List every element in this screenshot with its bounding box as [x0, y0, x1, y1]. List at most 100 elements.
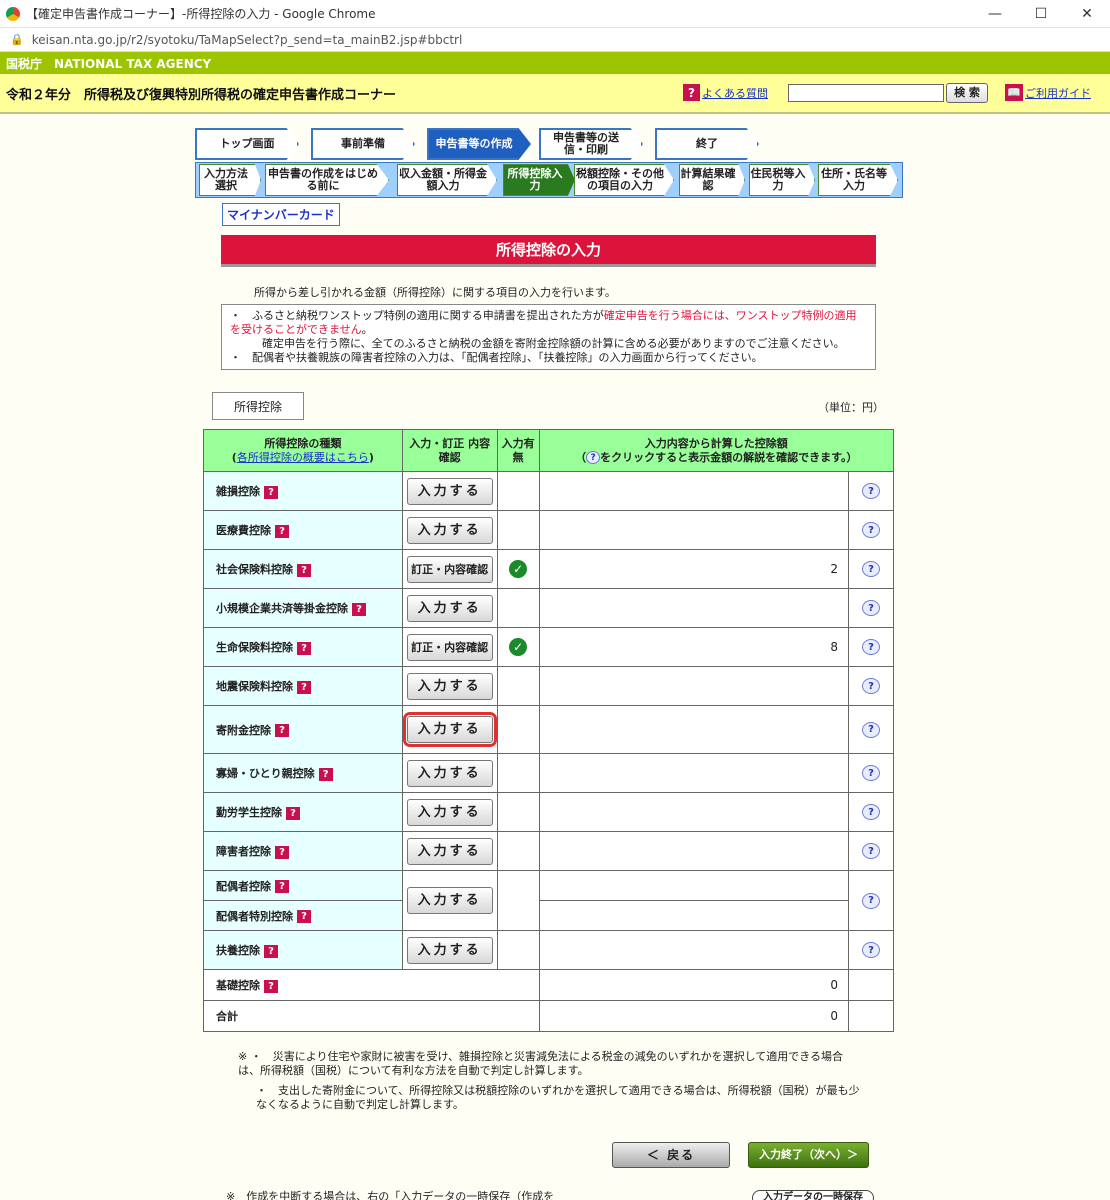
site-header: 令和２年分 所得税及び復興特別所得税の確定申告書作成コーナー ? よくある質問 … — [0, 74, 1110, 114]
question-icon[interactable]: ? — [264, 485, 278, 499]
check-icon: ✓ — [509, 560, 528, 578]
substep-income: 収入金額・所得金額入力 — [397, 164, 497, 196]
window-title: 【確定申告書作成コーナー】-所得控除の入力 - Google Chrome — [26, 7, 376, 21]
col-status: 入力有無 — [496, 429, 540, 472]
help-icon[interactable]: ? — [862, 843, 881, 860]
url-text[interactable]: keisan.nta.go.jp/r2/syotoku/TaMapSelect?… — [32, 33, 463, 47]
table-row: 社会保険料控除? 訂正・内容確認 ✓ 2 ? — [203, 549, 894, 589]
lock-icon: 🔒 — [10, 33, 24, 46]
col-input: 入力・訂正 内容確認 — [401, 429, 498, 472]
question-icon[interactable]: ? — [297, 910, 311, 923]
question-icon: ? — [683, 84, 700, 101]
step-create: 申告書等の作成 — [427, 128, 531, 160]
help-icon[interactable]: ? — [862, 483, 881, 500]
address-bar[interactable]: 🔒 keisan.nta.go.jp/r2/syotoku/TaMapSelec… — [0, 28, 1110, 52]
total-label: 合計 — [203, 1000, 540, 1032]
question-icon[interactable]: ? — [275, 724, 289, 737]
agency-bar: 国税庁 NATIONAL TAX AGENCY — [0, 52, 1110, 74]
table-row: 勤労学生控除? 入力する ? — [203, 792, 894, 832]
search-input[interactable] — [788, 84, 944, 102]
deduction-table: 所得控除の種類 (各所得控除の概要はこちら) 入力・訂正 内容確認 入力有無 入… — [203, 429, 895, 1032]
input-button-widow[interactable]: 入力する — [406, 759, 493, 787]
col-deduction-type: 所得控除の種類 (各所得控除の概要はこちら) — [203, 429, 403, 472]
faq-link[interactable]: ? よくある質問 — [683, 84, 768, 101]
table-row: 地震保険料控除? 入力する ? — [203, 666, 894, 706]
input-button-medical[interactable]: 入力する — [406, 516, 493, 544]
page-title: 所得控除の入力 — [221, 235, 876, 267]
page-description: 所得から差し引かれる金額（所得控除）に関する項目の入力を行います。 — [254, 286, 616, 299]
input-button-disability[interactable]: 入力する — [406, 837, 493, 865]
substep-resident: 住民税等入力 — [749, 164, 815, 196]
chrome-logo-icon — [6, 6, 20, 21]
faq-link-text[interactable]: よくある質問 — [702, 85, 768, 101]
question-icon[interactable]: ? — [264, 979, 278, 993]
input-button-earthquake[interactable]: 入力する — [406, 672, 493, 700]
edit-button-life-insurance[interactable]: 訂正・内容確認 — [406, 633, 493, 661]
question-icon[interactable]: ? — [264, 944, 278, 958]
maximize-icon[interactable]: ☐ — [1018, 0, 1064, 28]
close-icon[interactable]: ✕ — [1064, 0, 1110, 28]
input-button-spouse[interactable]: 入力する — [406, 887, 493, 914]
amount-total: 0 — [538, 1000, 850, 1032]
book-icon: 📖 — [1005, 84, 1023, 101]
footnotes: ※ ・ 災害により住宅や家財に被害を受け、雑損控除と災害減免法による税金の減免の… — [238, 1050, 860, 1111]
mynumber-card-link[interactable]: マイナンバーカード — [222, 203, 340, 226]
table-row: 寡婦・ひとり親控除? 入力する ? — [203, 753, 894, 793]
site-title: 令和２年分 所得税及び復興特別所得税の確定申告書作成コーナー — [6, 87, 397, 103]
help-icon[interactable]: ? — [862, 561, 881, 578]
search-button[interactable]: 検 索 — [946, 83, 988, 103]
guide-link-text[interactable]: ご利用ガイド — [1025, 85, 1091, 101]
amount-basic: 0 — [538, 969, 850, 1001]
substep-before: 申告書の作成をはじめる前に — [265, 164, 389, 196]
minimize-icon[interactable]: — — [972, 0, 1018, 28]
input-button-donation[interactable]: 入力する — [402, 712, 497, 747]
table-row: 配偶者控除? 入力する ? — [203, 870, 894, 931]
temp-save-button[interactable]: 入力データの一時保存 — [752, 1190, 874, 1200]
substep-result: 計算結果確認 — [679, 164, 745, 196]
question-icon[interactable]: ? — [318, 767, 333, 781]
help-icon[interactable]: ? — [862, 721, 881, 738]
question-icon[interactable]: ? — [297, 563, 311, 577]
substep-address: 住所・氏名等入力 — [818, 164, 898, 196]
question-icon[interactable]: ? — [275, 845, 289, 859]
help-icon[interactable]: ? — [862, 639, 881, 656]
deduction-tab: 所得控除 — [212, 392, 304, 420]
help-icon[interactable]: ? — [862, 892, 881, 909]
input-button-small-business[interactable]: 入力する — [406, 594, 493, 622]
table-row: 雑損控除? 入力する ? — [203, 471, 894, 511]
substep-deduction: 所得控除入力 — [503, 164, 575, 196]
guide-link[interactable]: 📖 ご利用ガイド — [1005, 84, 1091, 101]
browser-titlebar: 【確定申告書作成コーナー】-所得控除の入力 - Google Chrome — … — [0, 0, 1110, 28]
input-button-dependent[interactable]: 入力する — [406, 936, 493, 964]
bottom-note: ※ 作成を中断する場合は、右の「入力データの一時保存（作成を — [226, 1190, 555, 1200]
input-button-zasson[interactable]: 入力する — [406, 477, 493, 505]
question-icon[interactable]: ? — [352, 602, 366, 616]
help-icon: ? — [586, 451, 601, 464]
finish-input-button[interactable]: 入力終了（次へ）＞ — [748, 1142, 869, 1168]
question-icon[interactable]: ? — [286, 806, 300, 820]
unit-label: （単位：円） — [818, 401, 884, 414]
help-icon[interactable]: ? — [862, 942, 881, 959]
table-row: 障害者控除? 入力する ? — [203, 831, 894, 871]
overview-link[interactable]: 各所得控除の概要はこちら — [237, 451, 369, 464]
table-row: 小規模企業共済等掛金控除? 入力する ? — [203, 588, 894, 628]
table-row: 合計 0 — [203, 1000, 894, 1032]
amount-social-insurance: 2 — [538, 549, 850, 589]
help-icon[interactable]: ? — [862, 765, 881, 782]
help-icon[interactable]: ? — [862, 804, 881, 821]
edit-button-social-insurance[interactable]: 訂正・内容確認 — [406, 555, 493, 583]
back-button[interactable]: ＜ 戻る — [612, 1142, 730, 1168]
question-icon[interactable]: ? — [275, 524, 289, 538]
input-button-student[interactable]: 入力する — [406, 798, 493, 826]
help-icon[interactable]: ? — [862, 600, 881, 617]
question-icon[interactable]: ? — [275, 880, 289, 893]
help-icon[interactable]: ? — [862, 678, 881, 695]
table-row: 医療費控除? 入力する ? — [203, 510, 894, 550]
question-icon[interactable]: ? — [297, 641, 311, 655]
help-icon[interactable]: ? — [862, 522, 881, 539]
table-row: 扶養控除? 入力する ? — [203, 930, 894, 970]
table-row: 基礎控除? 0 — [203, 969, 894, 1001]
question-icon[interactable]: ? — [297, 680, 311, 694]
step-end: 終了 — [655, 128, 759, 160]
window-controls: — ☐ ✕ — [972, 0, 1110, 28]
